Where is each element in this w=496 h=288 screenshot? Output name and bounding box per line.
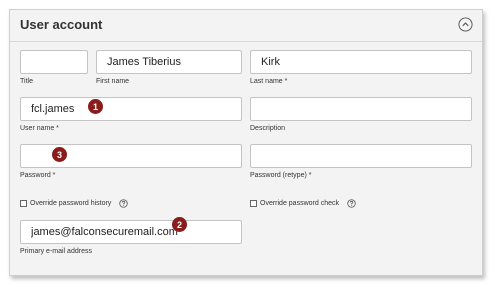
- title-field[interactable]: [20, 50, 88, 74]
- chevron-up-circle-icon[interactable]: [458, 17, 473, 32]
- override-history-label: Override password history: [30, 200, 112, 207]
- override-history-checkbox[interactable]: [20, 200, 27, 207]
- step-marker-2: 2: [172, 217, 187, 232]
- user-account-panel: User account Title First name Last name …: [9, 9, 483, 276]
- override-check-label: Override password check: [260, 200, 339, 207]
- help-circle-icon[interactable]: [347, 199, 356, 208]
- panel-title: User account: [20, 17, 103, 32]
- header-divider: [10, 41, 482, 42]
- email-label: Primary e-mail address: [20, 248, 92, 255]
- description-field[interactable]: [250, 97, 472, 121]
- override-history-row: Override password history: [20, 199, 128, 208]
- password-label: Password *: [20, 172, 56, 179]
- help-circle-icon[interactable]: [119, 199, 128, 208]
- user-name-field[interactable]: [20, 97, 242, 121]
- user-name-label: User name *: [20, 125, 59, 132]
- step-marker-3: 3: [52, 147, 67, 162]
- last-name-field[interactable]: [250, 50, 472, 74]
- password-retype-label: Password (retype) *: [250, 172, 312, 179]
- title-label: Title: [20, 78, 33, 85]
- description-label: Description: [250, 125, 286, 132]
- override-check-row: Override password check: [250, 199, 356, 208]
- first-name-label: First name: [96, 78, 130, 85]
- step-marker-1: 1: [88, 99, 103, 114]
- first-name-field[interactable]: [96, 50, 242, 74]
- password-retype-field[interactable]: [250, 144, 472, 168]
- override-check-checkbox[interactable]: [250, 200, 257, 207]
- email-field[interactable]: [20, 220, 242, 244]
- last-name-label: Last name *: [250, 78, 288, 85]
